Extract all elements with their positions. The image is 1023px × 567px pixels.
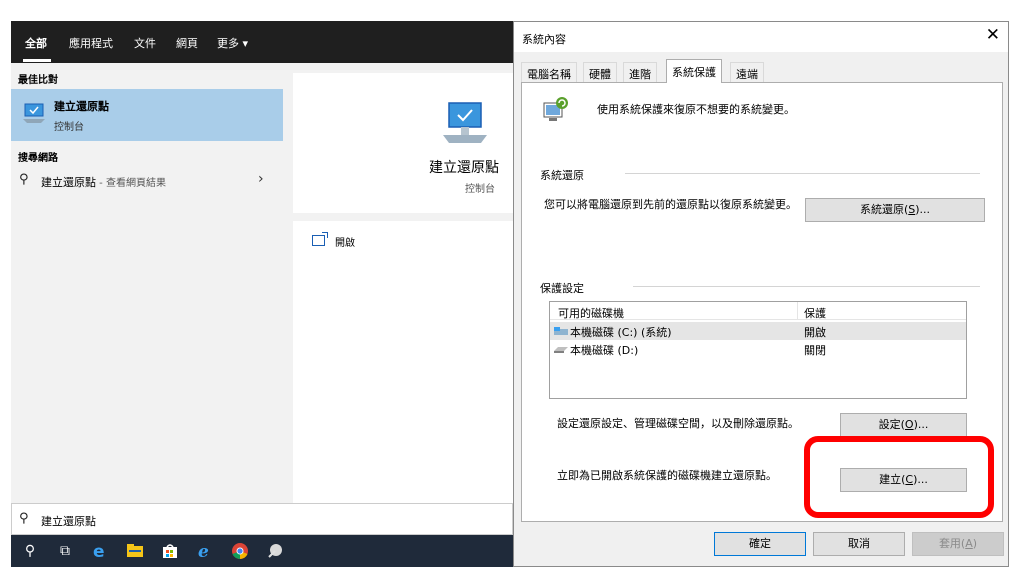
system-restore-large-icon bbox=[443, 102, 487, 143]
preview-title: 建立還原點 bbox=[429, 160, 499, 176]
filter-tab-web[interactable]: 網頁 bbox=[176, 35, 198, 51]
drive-name: 本機磁碟 (C:) (系統) bbox=[570, 326, 672, 339]
system-restore-icon bbox=[23, 103, 45, 123]
column-header-drives[interactable]: 可用的磁碟機 bbox=[558, 305, 624, 321]
drive-icon bbox=[554, 347, 568, 353]
create-description: 立即為已開啟系統保護的磁碟機建立還原點。 bbox=[557, 469, 777, 482]
best-match-subtitle: 控制台 bbox=[54, 122, 84, 133]
screenshot-canvas: 全部 應用程式 文件 網頁 更多 ▾ 最佳比對 建立還原點 控制台 搜尋網路 ⚲… bbox=[0, 0, 1023, 567]
configure-button-label: 設定( bbox=[878, 418, 905, 431]
apply-button-tail: ) bbox=[972, 537, 978, 550]
filter-tab-all[interactable]: 全部 bbox=[25, 35, 47, 51]
chevron-right-icon[interactable]: › bbox=[258, 171, 264, 187]
preview-actions: 開啟 bbox=[293, 221, 513, 503]
drive-list-header: 可用的磁碟機 保護 bbox=[550, 302, 966, 320]
drive-name: 本機磁碟 (D:) bbox=[570, 344, 639, 357]
filter-tab-more[interactable]: 更多 ▾ bbox=[217, 35, 248, 51]
drive-protection-status: 開啟 bbox=[804, 326, 826, 339]
system-restore-description: 您可以將電腦還原到先前的還原點以復原系統變更。 bbox=[544, 198, 797, 211]
system-restore-button[interactable]: 系統還原(S)... bbox=[805, 198, 985, 222]
apply-button[interactable]: 套用(A) bbox=[912, 532, 1004, 556]
group-divider bbox=[625, 173, 980, 174]
group-divider bbox=[633, 286, 980, 287]
configure-description: 設定還原設定、管理磁碟空間，以及刪除還原點。 bbox=[557, 417, 799, 430]
open-icon bbox=[312, 232, 328, 246]
app-icon[interactable] bbox=[265, 541, 285, 561]
system-protection-icon bbox=[543, 97, 568, 121]
svg-text:e: e bbox=[93, 542, 105, 560]
drive-row[interactable]: 本機磁碟 (C:) (系統) 開啟 bbox=[550, 322, 966, 340]
protection-settings-group-title: 保護設定 bbox=[540, 282, 584, 295]
dialog-title: 系統內容 bbox=[522, 33, 566, 46]
close-icon[interactable]: ✕ bbox=[986, 25, 1000, 45]
filter-tab-apps[interactable]: 應用程式 bbox=[69, 35, 113, 51]
web-result-query: 建立還原點 bbox=[41, 176, 96, 189]
cancel-button[interactable]: 取消 bbox=[813, 532, 905, 556]
tab-advanced[interactable]: 進階 bbox=[623, 62, 657, 82]
web-result-label: 建立還原點 - 查看網頁結果 bbox=[41, 174, 166, 190]
results-list: 最佳比對 建立還原點 控制台 搜尋網路 ⚲ 建立還原點 - 查看網頁結果 › bbox=[11, 63, 283, 503]
best-match-title: 建立還原點 bbox=[54, 100, 109, 113]
chrome-icon[interactable] bbox=[230, 541, 250, 561]
search-icon[interactable]: ⚲ bbox=[20, 541, 40, 561]
ie-icon[interactable]: e bbox=[195, 541, 215, 562]
system-restore-button-label: 系統還原( bbox=[859, 203, 909, 216]
preview-card: 建立還原點 控制台 bbox=[293, 73, 513, 213]
apply-button-label: 套用( bbox=[938, 537, 966, 550]
active-filter-indicator bbox=[23, 59, 51, 62]
system-drive-icon bbox=[554, 327, 568, 335]
search-icon: ⚲ bbox=[19, 511, 29, 526]
web-result-suffix: - 查看網頁結果 bbox=[96, 178, 166, 189]
dialog-titlebar: 系統內容 ✕ bbox=[514, 22, 1008, 52]
tab-hardware[interactable]: 硬體 bbox=[583, 62, 617, 82]
column-divider bbox=[797, 302, 798, 320]
drive-protection-status: 關閉 bbox=[804, 344, 826, 357]
start-menu: 全部 應用程式 文件 網頁 更多 ▾ 最佳比對 建立還原點 控制台 搜尋網路 ⚲… bbox=[11, 21, 513, 567]
task-view-icon[interactable]: ⧉ bbox=[55, 541, 75, 561]
tab-computer-name[interactable]: 電腦名稱 bbox=[521, 62, 577, 82]
svg-text:e: e bbox=[198, 542, 209, 560]
preview-subtitle: 控制台 bbox=[465, 184, 495, 195]
tab-remote[interactable]: 遠端 bbox=[730, 62, 764, 82]
open-action[interactable]: 開啟 bbox=[335, 234, 355, 249]
search-box[interactable]: ⚲ 建立還原點 bbox=[11, 503, 513, 535]
column-header-protection[interactable]: 保護 bbox=[804, 305, 826, 321]
drive-row[interactable]: 本機磁碟 (D:) 關閉 bbox=[550, 340, 966, 358]
system-restore-button-tail: )... bbox=[915, 203, 931, 216]
file-explorer-icon[interactable] bbox=[125, 541, 145, 561]
filter-tab-documents[interactable]: 文件 bbox=[134, 35, 156, 51]
apply-button-key: A bbox=[965, 537, 973, 550]
best-match-heading: 最佳比對 bbox=[18, 75, 58, 86]
configure-button[interactable]: 設定(O)... bbox=[840, 413, 967, 437]
edge-icon[interactable]: e bbox=[90, 541, 110, 562]
best-match-item[interactable]: 建立還原點 控制台 bbox=[11, 89, 283, 141]
search-filter-bar: 全部 應用程式 文件 網頁 更多 ▾ bbox=[11, 21, 513, 63]
configure-button-key: O bbox=[904, 418, 914, 431]
web-result-item[interactable]: ⚲ 建立還原點 - 查看網頁結果 › bbox=[11, 167, 283, 195]
web-search-heading: 搜尋網路 bbox=[18, 153, 58, 164]
drive-list[interactable]: 可用的磁碟機 保護 本機磁碟 (C:) (系統) 開啟 本機磁碟 (D:) 關閉 bbox=[549, 301, 967, 399]
configure-button-tail: )... bbox=[913, 418, 929, 431]
intro-text: 使用系統保護來復原不想要的系統變更。 bbox=[597, 103, 795, 116]
search-input[interactable]: 建立還原點 bbox=[41, 513, 96, 529]
search-icon: ⚲ bbox=[19, 172, 29, 187]
highlight-annotation bbox=[804, 436, 994, 518]
store-icon[interactable] bbox=[160, 541, 180, 561]
tab-system-protection[interactable]: 系統保護 bbox=[666, 59, 722, 83]
system-restore-group-title: 系統還原 bbox=[540, 169, 584, 182]
ok-button[interactable]: 確定 bbox=[714, 532, 806, 556]
preview-pane: 建立還原點 控制台 開啟 bbox=[293, 73, 513, 503]
taskbar: ⚲ ⧉ e e bbox=[11, 535, 513, 567]
